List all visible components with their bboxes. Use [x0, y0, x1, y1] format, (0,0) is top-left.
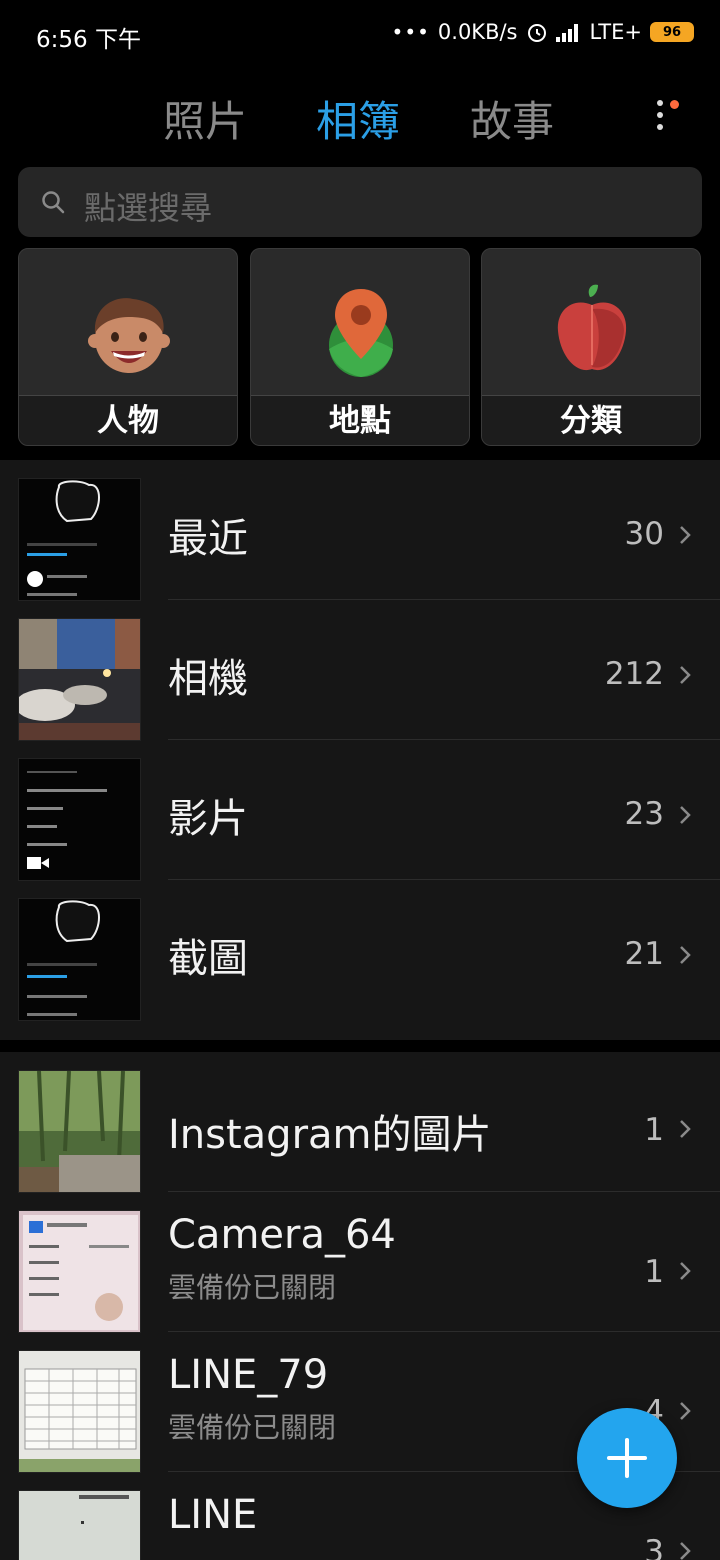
chevron-right-icon: [680, 666, 691, 684]
album-row-recent[interactable]: 最近 30: [0, 460, 720, 601]
album-row-camera-64[interactable]: Camera_64 雲備份已關閉 1: [0, 1192, 720, 1333]
album-thumbnail: [18, 478, 141, 601]
album-backup-status: 雲備份已關閉: [168, 1271, 337, 1304]
album-title: Instagram的圖片: [168, 1112, 492, 1158]
album-thumbnail: [18, 758, 141, 881]
album-row-videos[interactable]: 影片 23: [0, 740, 720, 881]
album-thumbnail: [18, 1490, 141, 1560]
net-speed: 0.0KB/s: [437, 20, 518, 44]
album-title: 最近: [168, 516, 248, 562]
plus-icon: [607, 1438, 647, 1478]
notification-dot: [670, 100, 679, 109]
person-face-icon: [88, 298, 170, 373]
status-indicators: ••• 0.0KB/s LTE+ 96: [392, 20, 694, 44]
album-count: 212: [604, 656, 664, 692]
album-count: 30: [624, 516, 664, 552]
tab-stories[interactable]: 故事: [470, 88, 554, 149]
status-time: 6:56 下午: [36, 27, 141, 53]
category-label: 分類: [482, 395, 700, 445]
album-title: Camera_64: [168, 1212, 396, 1258]
album-count: 3: [644, 1534, 664, 1560]
category-people[interactable]: 人物: [18, 248, 238, 446]
chevron-right-icon: [680, 1402, 691, 1420]
album-count: 1: [644, 1112, 664, 1148]
top-tabs: 照片 相簿 故事: [0, 88, 720, 148]
album-thumbnail: [18, 898, 141, 1021]
album-row-instagram[interactable]: Instagram的圖片 1: [0, 1052, 720, 1193]
search-input[interactable]: 點選搜尋: [18, 167, 702, 237]
album-backup-status: 雲備份已關閉: [168, 1411, 337, 1444]
alarm-icon: [527, 24, 546, 42]
album-thumbnail: [18, 1350, 141, 1473]
album-title: 相機: [168, 656, 248, 702]
tab-albums[interactable]: 相簿: [316, 88, 400, 149]
chevron-right-icon: [680, 526, 691, 544]
location-pin-icon: [329, 289, 393, 377]
album-title: 截圖: [168, 936, 248, 982]
more-dot-icon: [657, 112, 663, 118]
album-count: 21: [624, 936, 664, 972]
album-count: 23: [624, 796, 664, 832]
category-places[interactable]: 地點: [250, 248, 470, 446]
more-dot-icon: [657, 124, 663, 130]
album-thumbnail: [18, 1070, 141, 1193]
apple-icon: [557, 284, 627, 371]
album-count: 1: [644, 1254, 664, 1290]
chevron-right-icon: [680, 1262, 691, 1280]
category-label: 人物: [19, 395, 237, 445]
category-classification[interactable]: 分類: [481, 248, 701, 446]
album-thumbnail: [18, 1210, 141, 1333]
search-placeholder: 點選搜尋: [84, 189, 213, 227]
chevron-right-icon: [680, 806, 691, 824]
album-title: LINE: [168, 1492, 258, 1538]
chevron-right-icon: [680, 1120, 691, 1138]
album-list-main: 最近 30 相機 212 影片 23 截圖 21: [0, 460, 720, 1040]
album-row-screenshots[interactable]: 截圖 21: [0, 880, 720, 1021]
network-type: LTE+: [589, 20, 643, 44]
search-icon: [42, 191, 65, 214]
more-notifications-icon: •••: [391, 20, 430, 44]
album-title: 影片: [168, 796, 248, 842]
album-title: LINE_79: [168, 1352, 329, 1398]
chevron-right-icon: [680, 1542, 691, 1560]
tab-photos[interactable]: 照片: [163, 88, 247, 149]
more-options-button[interactable]: [650, 98, 680, 134]
add-album-button[interactable]: [577, 1408, 677, 1508]
more-dot-icon: [657, 100, 663, 106]
signal-icon: [555, 24, 578, 42]
album-row-camera[interactable]: 相機 212: [0, 600, 720, 741]
category-label: 地點: [251, 395, 469, 445]
status-bar: 6:56 下午 ••• 0.0KB/s LTE+ 96: [0, 0, 720, 70]
battery-indicator: 96: [650, 22, 694, 42]
album-thumbnail: [18, 618, 141, 741]
chevron-right-icon: [680, 946, 691, 964]
